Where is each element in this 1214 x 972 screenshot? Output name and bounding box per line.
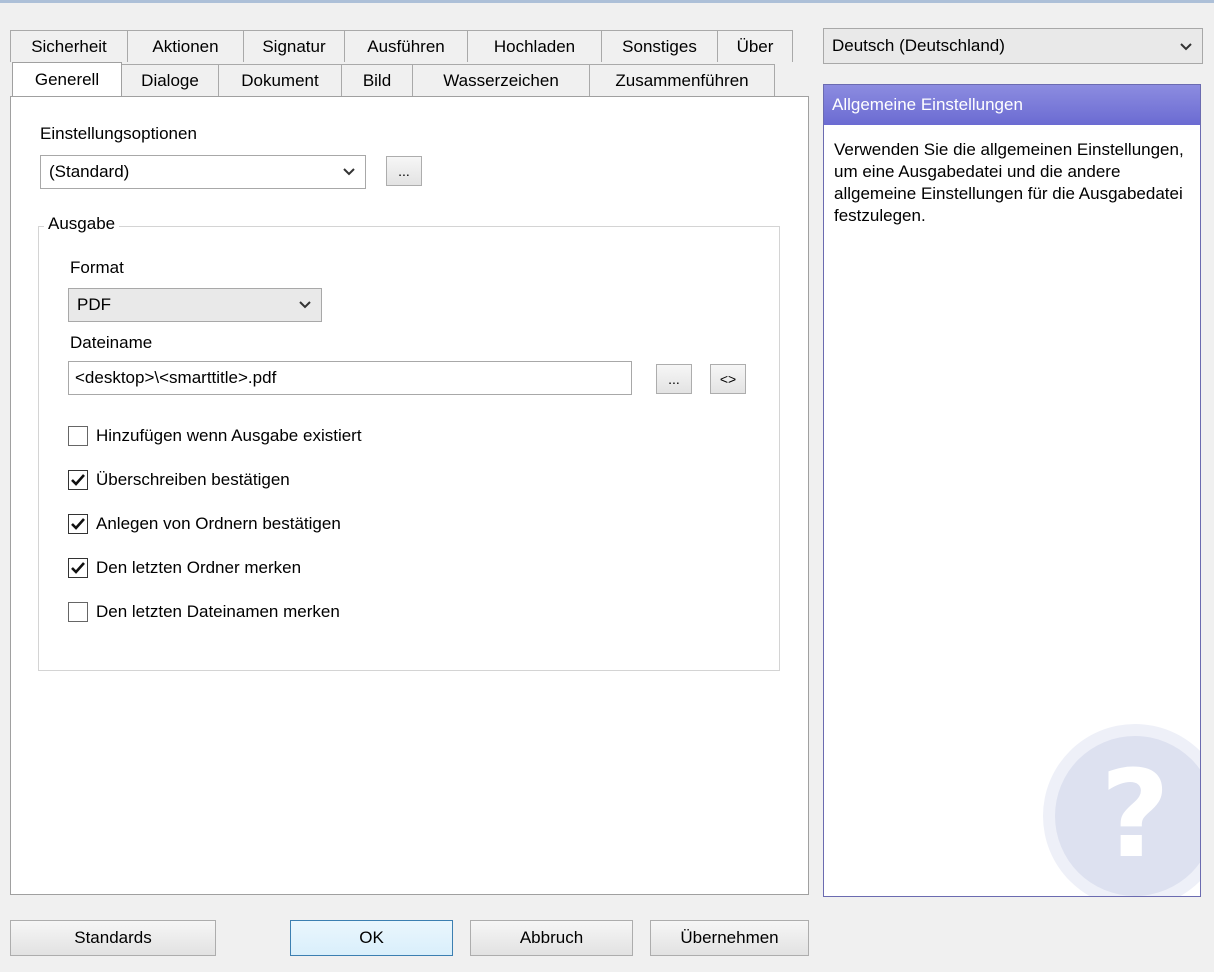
checkmark-icon[interactable] — [68, 558, 88, 578]
tab-sicherheit[interactable]: Sicherheit — [10, 30, 128, 62]
tab-dokument[interactable]: Dokument — [218, 64, 342, 96]
cancel-button[interactable]: Abbruch — [470, 920, 633, 956]
filename-browse-button[interactable]: ... — [656, 364, 692, 394]
tab-zusammenfuehren[interactable]: Zusammenführen — [589, 64, 775, 96]
format-value: PDF — [77, 295, 111, 314]
checkbox-confirm-overwrite[interactable]: Überschreiben bestätigen — [68, 468, 290, 492]
tab-label: Dokument — [241, 70, 319, 90]
top-border — [0, 0, 1214, 3]
tab-label: Generell — [34, 69, 100, 89]
button-label: ... — [668, 371, 680, 387]
format-select[interactable]: PDF — [68, 288, 322, 322]
chevron-down-icon — [341, 164, 357, 180]
checkbox-unchecked-icon[interactable] — [68, 602, 88, 622]
tab-label: Aktionen — [152, 36, 219, 56]
checkbox-append-if-exists[interactable]: Hinzufügen wenn Ausgabe existiert — [68, 424, 362, 448]
tab-label: Dialoge — [141, 70, 199, 90]
tab-wasserzeichen[interactable]: Wasserzeichen — [412, 64, 590, 96]
tab-signatur[interactable]: Signatur — [243, 30, 345, 62]
apply-button[interactable]: Übernehmen — [650, 920, 809, 956]
question-mark-icon: ? — [1040, 721, 1200, 896]
tab-label: Sonstiges — [622, 36, 697, 56]
tab-label: Über — [736, 36, 774, 56]
tab-generell[interactable]: Generell — [12, 62, 122, 96]
checkmark-icon[interactable] — [68, 470, 88, 490]
checkbox-label: Überschreiben bestätigen — [96, 470, 290, 489]
settings-options-select[interactable]: (Standard) — [40, 155, 366, 189]
checkbox-label: Den letzten Ordner merken — [96, 558, 302, 577]
settings-options-label: Einstellungsoptionen — [40, 124, 197, 143]
format-label: Format — [70, 258, 124, 277]
button-label: ... — [398, 163, 410, 179]
tab-dialoge[interactable]: Dialoge — [121, 64, 219, 96]
tab-aktionen[interactable]: Aktionen — [127, 30, 244, 62]
checkbox-label: Anlegen von Ordnern bestätigen — [96, 514, 341, 533]
checkbox-remember-last-folder[interactable]: Den letzten Ordner merken — [68, 556, 301, 580]
button-label: OK — [359, 928, 384, 947]
settings-options-value: (Standard) — [49, 162, 130, 181]
defaults-button[interactable]: Standards — [10, 920, 216, 956]
tab-ueber[interactable]: Über — [717, 30, 793, 62]
settings-options-more-button[interactable]: ... — [386, 156, 422, 186]
button-label: Standards — [74, 928, 152, 947]
button-label: Übernehmen — [680, 928, 779, 947]
tab-label: Zusammenführen — [615, 70, 749, 90]
help-header: Allgemeine Einstellungen — [824, 85, 1200, 125]
checkbox-unchecked-icon[interactable] — [68, 426, 88, 446]
tab-bild[interactable]: Bild — [341, 64, 413, 96]
checkbox-label: Den letzten Dateinamen merken — [96, 602, 340, 621]
tab-label: Bild — [362, 70, 392, 90]
filename-value: <desktop>\<smarttitle>.pdf — [75, 368, 277, 387]
tab-hochladen[interactable]: Hochladen — [467, 30, 602, 62]
tab-ausfuehren[interactable]: Ausführen — [344, 30, 468, 62]
tab-sonstiges[interactable]: Sonstiges — [601, 30, 718, 62]
filename-macro-button[interactable]: <> — [710, 364, 746, 394]
help-title: Allgemeine Einstellungen — [832, 95, 1023, 114]
filename-label: Dateiname — [70, 333, 153, 352]
language-select[interactable]: Deutsch (Deutschland) — [823, 28, 1203, 64]
tab-label: Wasserzeichen — [443, 70, 559, 90]
chevron-down-icon — [1178, 39, 1194, 55]
svg-text:?: ? — [1100, 746, 1170, 885]
checkbox-confirm-create-folders[interactable]: Anlegen von Ordnern bestätigen — [68, 512, 341, 536]
help-text: Verwenden Sie die allgemeinen Einstellun… — [834, 140, 1184, 225]
language-value: Deutsch (Deutschland) — [832, 36, 1005, 55]
checkmark-icon[interactable] — [68, 514, 88, 534]
checkbox-remember-last-filename[interactable]: Den letzten Dateinamen merken — [68, 600, 340, 624]
button-label: Abbruch — [519, 928, 584, 947]
output-group-title: Ausgabe — [44, 214, 120, 234]
tab-label: Ausführen — [367, 36, 445, 56]
ok-button[interactable]: OK — [290, 920, 453, 956]
checkbox-label: Hinzufügen wenn Ausgabe existiert — [96, 426, 362, 445]
tab-label: Sicherheit — [31, 36, 107, 56]
filename-input[interactable]: <desktop>\<smarttitle>.pdf — [68, 361, 632, 395]
help-panel: Allgemeine Einstellungen Verwenden Sie d… — [823, 84, 1201, 897]
tab-label: Hochladen — [493, 36, 576, 56]
button-label: <> — [719, 371, 737, 387]
tab-label: Signatur — [262, 36, 326, 56]
chevron-down-icon — [297, 297, 313, 313]
settings-dialog: Sicherheit Aktionen Signatur Ausführen H… — [0, 0, 1214, 972]
